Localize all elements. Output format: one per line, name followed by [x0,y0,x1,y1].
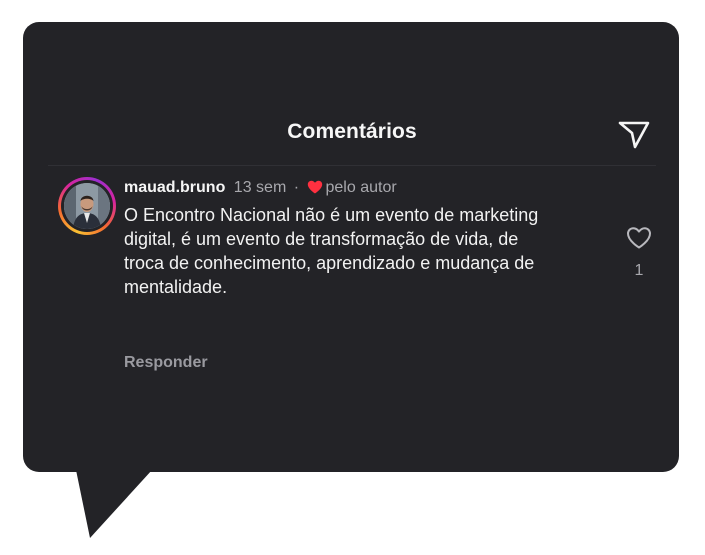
comments-header: Comentários [48,22,656,166]
page-title: Comentários [287,120,417,143]
heart-outline-icon[interactable] [626,226,652,250]
avatar-photo [64,183,110,229]
avatar[interactable] [58,177,116,235]
like-count: 1 [634,262,644,279]
comment-username[interactable]: mauad.bruno [124,179,225,196]
comment-meta: mauad.bruno 13 sem · pelo autor [124,179,397,199]
reply-button[interactable]: Responder [124,354,208,372]
author-liked-label: pelo autor [325,179,397,196]
meta-separator: · [293,179,300,196]
send-icon[interactable] [616,116,652,152]
avatar-ring-gap [61,180,113,232]
comment-text: O Encontro Nacional não é um evento de m… [124,205,539,297]
comment-timestamp: 13 sem [233,179,287,196]
comment-panel: Comentários mauad.bruno 13 sem · pelo au… [23,22,679,472]
heart-filled-icon [307,180,323,199]
